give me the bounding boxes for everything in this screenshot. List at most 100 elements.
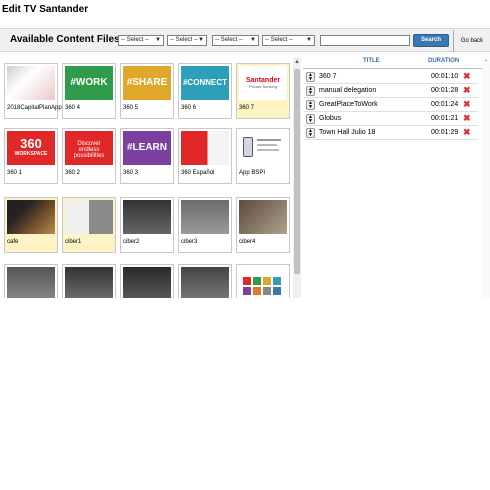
content-tile[interactable]: Santander Private Banking 360 7: [236, 63, 290, 119]
playlist-row[interactable]: ▲ ▼ manual delegation 00:01:28 ✖: [303, 84, 478, 98]
content-tile[interactable]: ciber1: [62, 197, 116, 253]
filter-select-2[interactable]: -- Select -- ▼: [167, 35, 207, 46]
playlist-row-duration: 00:01:21: [431, 115, 459, 122]
color-block: [273, 287, 281, 295]
playlist-row[interactable]: ▲ ▼ GreatPlaceToWork 00:01:24 ✖: [303, 98, 478, 112]
tile-caption: ciber1: [65, 239, 82, 245]
reorder-arrows-icon[interactable]: ▲ ▼: [306, 114, 315, 124]
tile-caption: 360 Español: [181, 170, 215, 176]
content-tile[interactable]: Discover endless possibilities 360 2: [62, 128, 116, 184]
playlist-row-duration: 00:01:24: [431, 101, 459, 108]
tile-caption: 360 3: [123, 170, 139, 176]
filter-select-1[interactable]: -- Select -- ▼: [118, 35, 164, 46]
color-block: [273, 277, 281, 285]
scroll-up-icon[interactable]: ▲: [293, 57, 301, 67]
filter-select-3-value: -- Select --: [215, 37, 244, 43]
thumbnail-image: [7, 267, 55, 298]
tile-caption: 360 1: [7, 170, 23, 176]
chevron-down-icon: ▼: [250, 37, 256, 43]
playlist-scrollbar[interactable]: ⌃: [482, 57, 490, 298]
delete-icon[interactable]: ✖: [463, 86, 471, 95]
thumbnail-image: [239, 131, 287, 165]
filter-select-4[interactable]: -- Select -- ▼: [262, 35, 315, 46]
playlist-row[interactable]: ▲ ▼ 360 7 00:01:10 ✖: [303, 70, 478, 84]
thumbnail-subtitle: WORKSPACE: [14, 151, 48, 157]
content-grid-scrollbar[interactable]: ▲: [293, 57, 301, 298]
content-tile[interactable]: 360 WORKSPACE 360 1: [4, 128, 58, 184]
content-tile[interactable]: [4, 264, 58, 298]
content-tile[interactable]: #WORK 360 4: [62, 63, 116, 119]
reorder-arrows-icon[interactable]: ▲ ▼: [306, 100, 315, 110]
tile-caption: ciber4: [239, 239, 256, 245]
tile-caption: ciber2: [123, 239, 140, 245]
content-tile[interactable]: [236, 264, 290, 298]
thumbnail-image: [7, 200, 55, 234]
content-tile[interactable]: App BSPI: [236, 128, 290, 184]
content-tile[interactable]: cafe: [4, 197, 58, 253]
content-grid: 2018CapitalPlanAppro #WORK 360 4 #SHARE …: [2, 57, 301, 298]
delete-icon[interactable]: ✖: [463, 128, 471, 137]
thumbnail-image: [239, 267, 287, 298]
scroll-up-icon[interactable]: ⌃: [482, 59, 490, 66]
thumbnail-image: #SHARE: [123, 66, 171, 100]
content-tile[interactable]: #CONNECT 360 6: [178, 63, 232, 119]
color-block: [263, 287, 271, 295]
delete-icon[interactable]: ✖: [463, 72, 471, 81]
playlist-row-title: manual delegation: [319, 87, 377, 94]
thumbnail-image: #WORK: [65, 66, 113, 100]
reorder-arrows-icon[interactable]: ▲ ▼: [306, 86, 315, 96]
thumbnail-image: [239, 200, 287, 234]
chevron-down-icon: ▼: [198, 37, 204, 43]
page-title: Edit TV Santander: [2, 4, 89, 15]
thumbnail-image: Santander Private Banking: [239, 66, 287, 100]
thumbnail-text-line: [257, 149, 279, 151]
reorder-arrows-icon[interactable]: ▲ ▼: [306, 72, 315, 82]
content-tile[interactable]: #SHARE 360 5: [120, 63, 174, 119]
thumbnail-image: [123, 267, 171, 298]
thumbnail-image: [181, 267, 229, 298]
chevron-down-icon: ▼: [306, 37, 312, 43]
thumbnail-image: Discover endless possibilities: [65, 131, 113, 165]
go-back-button[interactable]: Go back: [453, 30, 490, 52]
color-block: [253, 287, 261, 295]
content-tile[interactable]: [120, 264, 174, 298]
search-button[interactable]: Search: [413, 34, 449, 47]
playlist-row-duration: 00:01:10: [431, 73, 459, 80]
thumbnail-title: Santander: [245, 77, 281, 84]
thumbnail-image: [65, 200, 113, 234]
tile-caption: 360 4: [65, 105, 81, 111]
tile-caption: 360 2: [65, 170, 81, 176]
reorder-arrows-icon[interactable]: ▲ ▼: [306, 128, 315, 138]
playlist-row-duration: 00:01:28: [431, 87, 459, 94]
playlist-row[interactable]: ▲ ▼ Globus 00:01:21 ✖: [303, 112, 478, 126]
color-block: [243, 287, 251, 295]
color-block: [243, 277, 251, 285]
tile-caption: App BSPI: [239, 170, 266, 176]
content-tile[interactable]: ciber4: [236, 197, 290, 253]
delete-icon[interactable]: ✖: [463, 114, 471, 123]
playlist-row-title: GreatPlaceToWork: [319, 101, 378, 108]
thumbnail-image: #LEARN: [123, 131, 171, 165]
tile-caption: 360 5: [123, 105, 139, 111]
content-tile[interactable]: [178, 264, 232, 298]
content-tile[interactable]: #LEARN 360 3: [120, 128, 174, 184]
phone-icon: [243, 137, 253, 157]
content-tile[interactable]: ciber2: [120, 197, 174, 253]
playlist-row[interactable]: ▲ ▼ Town Hall Julio 18 00:01:29 ✖: [303, 126, 478, 140]
filter-select-3[interactable]: -- Select -- ▼: [212, 35, 259, 46]
search-input[interactable]: [320, 35, 410, 46]
playlist-row-duration: 00:01:29: [431, 129, 459, 136]
playlist-header: TITLE DURATION: [303, 57, 483, 69]
scrollbar-thumb[interactable]: [294, 69, 300, 274]
filter-select-2-value: -- Select --: [170, 37, 199, 43]
duration-column-header: DURATION: [428, 58, 460, 64]
content-tile[interactable]: [62, 264, 116, 298]
delete-icon[interactable]: ✖: [463, 100, 471, 109]
thumbnail-image: [65, 267, 113, 298]
thumbnail-text-line: [257, 139, 281, 141]
content-tile[interactable]: 360 Español: [178, 128, 232, 184]
thumbnail-image: [181, 200, 229, 234]
content-tile[interactable]: 2018CapitalPlanAppro: [4, 63, 67, 119]
content-tile[interactable]: ciber3: [178, 197, 232, 253]
playlist-row-title: Globus: [319, 115, 342, 122]
